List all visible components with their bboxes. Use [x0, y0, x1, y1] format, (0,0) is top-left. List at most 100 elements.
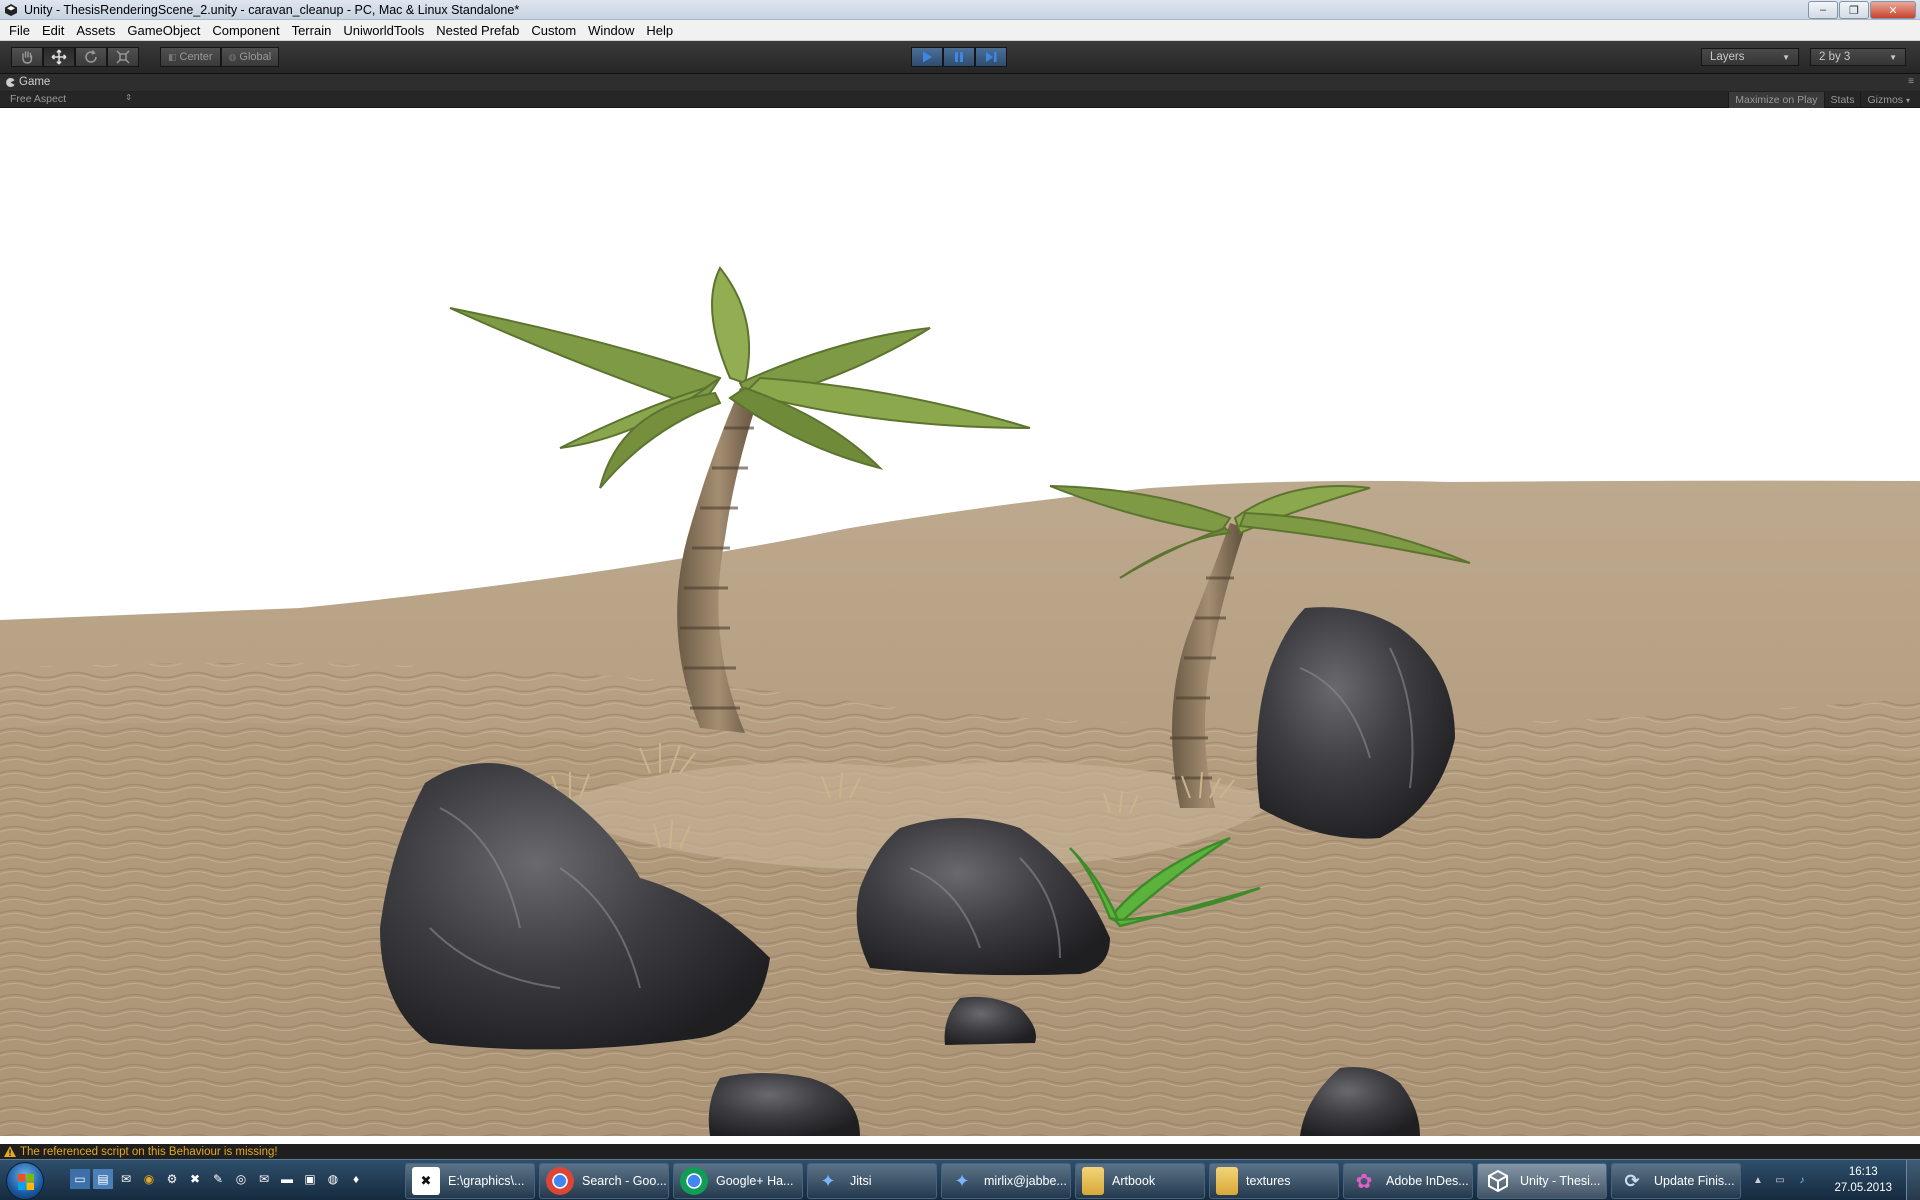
- pacman-icon: [6, 77, 15, 87]
- global-icon: ◍: [228, 51, 237, 62]
- chevron-down-icon: ▼: [1889, 52, 1897, 62]
- task-jitsi-chat[interactable]: ✦ mirlix@jabbe...: [941, 1163, 1071, 1199]
- network-icon[interactable]: ▭: [1772, 1172, 1788, 1188]
- task-label: E:\graphics\...: [448, 1174, 525, 1188]
- task-unity[interactable]: Unity - Thesi...: [1477, 1163, 1607, 1199]
- chrome-icon: [546, 1167, 574, 1195]
- game-viewport[interactable]: [0, 108, 1920, 1136]
- hand-tool-button[interactable]: [11, 47, 43, 67]
- play-icon: [923, 51, 932, 63]
- mail-icon[interactable]: ✉: [254, 1169, 274, 1189]
- minimize-button[interactable]: –: [1808, 1, 1838, 19]
- menu-terrain[interactable]: Terrain: [286, 23, 338, 38]
- chevron-down-icon: ▼: [1782, 52, 1790, 62]
- task-xnview[interactable]: ✖ E:\graphics\...: [405, 1163, 535, 1199]
- task-chrome-search[interactable]: Search - Goo...: [539, 1163, 669, 1199]
- game-controlbar: Free Aspect ⇕ Maximize on Play Stats Giz…: [0, 92, 1920, 108]
- panel-menu-icon[interactable]: ≡: [1908, 76, 1914, 87]
- volume-icon[interactable]: ♪: [1794, 1172, 1810, 1188]
- aspect-label: Free Aspect: [10, 93, 67, 105]
- menu-gameobject[interactable]: GameObject: [121, 23, 206, 38]
- game-tab-label: Game: [19, 76, 51, 88]
- windows-taskbar: ▭ ▤ ✉ ◉ ⚙ ✖ ✎ ◎ ✉ ▬ ▣ ◍ ♦ ✖ E:\graphics\…: [0, 1159, 1920, 1200]
- updater-icon: ⟳: [1624, 1170, 1640, 1191]
- task-chrome-hangouts[interactable]: Google+ Ha...: [673, 1163, 803, 1199]
- pivot-mode-toggle[interactable]: ◧ Center: [160, 47, 221, 67]
- clock-time: 16:13: [1848, 1166, 1878, 1178]
- menu-uniworldtools[interactable]: UniworldTools: [337, 23, 430, 38]
- chrome-icon[interactable]: ◉: [139, 1169, 159, 1189]
- tab-game[interactable]: Game: [6, 76, 50, 88]
- window-controls: – ❐ ✕: [1807, 1, 1916, 19]
- gizmos-label: Gizmos: [1867, 94, 1904, 106]
- close-button[interactable]: ✕: [1870, 1, 1916, 19]
- task-textures[interactable]: textures: [1209, 1163, 1339, 1199]
- status-message: The referenced script on this Behaviour …: [20, 1145, 278, 1158]
- play-button[interactable]: [911, 47, 943, 67]
- rotate-tool-button[interactable]: [75, 47, 107, 67]
- layout-dropdown[interactable]: 2 by 3 ▼: [1810, 48, 1906, 66]
- stats-toggle[interactable]: Stats: [1823, 92, 1861, 108]
- quick-launch: ▭ ▤ ✉ ◉ ⚙ ✖ ✎ ◎ ✉ ▬ ▣ ◍ ♦: [70, 1169, 369, 1189]
- aspect-dropdown[interactable]: Free Aspect ⇕: [10, 93, 132, 105]
- pivot-mode-label: Center: [179, 51, 213, 63]
- thunderbird-icon[interactable]: ✉: [116, 1169, 136, 1189]
- jitsi-icon: ✦: [820, 1170, 836, 1191]
- menu-help[interactable]: Help: [640, 23, 679, 38]
- move-tool-button[interactable]: [43, 47, 75, 67]
- step-button[interactable]: [975, 47, 1007, 67]
- pause-button[interactable]: [943, 47, 975, 67]
- chevron-up-icon[interactable]: ▲: [1750, 1172, 1766, 1188]
- gizmos-toggle[interactable]: Gizmos ▾: [1860, 92, 1916, 108]
- menu-edit[interactable]: Edit: [36, 23, 70, 38]
- task-artbook[interactable]: Artbook: [1075, 1163, 1205, 1199]
- tool-icon[interactable]: ⚙: [162, 1169, 182, 1189]
- task-updater[interactable]: ⟳ Update Finis...: [1611, 1163, 1741, 1199]
- system-tray: ▲ ▭ ♪: [1744, 1160, 1920, 1200]
- move-icon: [51, 49, 67, 65]
- game-view-options: Maximize on Play Stats Gizmos ▾: [1728, 92, 1916, 108]
- clock[interactable]: 16:13 27.05.2013: [1834, 1164, 1892, 1196]
- pivot-rotation-toggle[interactable]: ◍ Global: [220, 47, 280, 67]
- xnview-icon[interactable]: ✖: [185, 1169, 205, 1189]
- menu-window[interactable]: Window: [582, 23, 640, 38]
- menu-assets[interactable]: Assets: [70, 23, 121, 38]
- transform-tools: [11, 47, 139, 67]
- device-icon[interactable]: ▬: [277, 1169, 297, 1189]
- folder-icon: [1082, 1167, 1104, 1195]
- task-jitsi[interactable]: ✦ Jitsi: [807, 1163, 937, 1199]
- scale-icon: [116, 50, 130, 64]
- browser-icon[interactable]: ◎: [231, 1169, 251, 1189]
- clock-date: 27.05.2013: [1834, 1182, 1892, 1194]
- explorer-icon[interactable]: ▤: [93, 1169, 113, 1189]
- menu-file[interactable]: File: [3, 23, 36, 38]
- pivot-rotation-label: Global: [239, 51, 272, 63]
- window-titlebar[interactable]: Unity - ThesisRenderingScene_2.unity - c…: [0, 0, 1920, 20]
- maximize-button[interactable]: ❐: [1839, 1, 1869, 19]
- menu-nested-prefab[interactable]: Nested Prefab: [430, 23, 525, 38]
- task-label: Unity - Thesi...: [1520, 1174, 1601, 1188]
- layout-label: 2 by 3: [1819, 51, 1851, 63]
- updown-arrows-icon: ⇕: [125, 93, 132, 102]
- main-toolbar: ◧ Center ◍ Global Layers ▼ 2 by 3 ▼: [0, 41, 1920, 74]
- layers-dropdown[interactable]: Layers ▼: [1701, 48, 1799, 66]
- jitsi-icon: ✦: [954, 1170, 970, 1191]
- show-desktop-button[interactable]: [1906, 1160, 1920, 1200]
- menu-component[interactable]: Component: [206, 23, 285, 38]
- console-status-bar[interactable]: The referenced script on this Behaviour …: [0, 1144, 1920, 1159]
- desktop-icon[interactable]: ▭: [70, 1169, 90, 1189]
- scale-tool-button[interactable]: [107, 47, 139, 67]
- layers-label: Layers: [1710, 51, 1745, 63]
- maximize-on-play-toggle[interactable]: Maximize on Play: [1728, 92, 1824, 108]
- task-label: Adobe InDes...: [1386, 1174, 1469, 1188]
- start-button[interactable]: [6, 1162, 44, 1200]
- task-indesign[interactable]: ✿ Adobe InDes...: [1343, 1163, 1473, 1199]
- globe-icon[interactable]: ◍: [323, 1169, 343, 1189]
- game-scene: [0, 108, 1920, 1136]
- paint-icon[interactable]: ✎: [208, 1169, 228, 1189]
- network-icon[interactable]: ♦: [346, 1169, 366, 1189]
- task-label: textures: [1246, 1174, 1291, 1188]
- notes-icon[interactable]: ▣: [300, 1169, 320, 1189]
- folder-icon: [1216, 1167, 1238, 1195]
- menu-custom[interactable]: Custom: [525, 23, 582, 38]
